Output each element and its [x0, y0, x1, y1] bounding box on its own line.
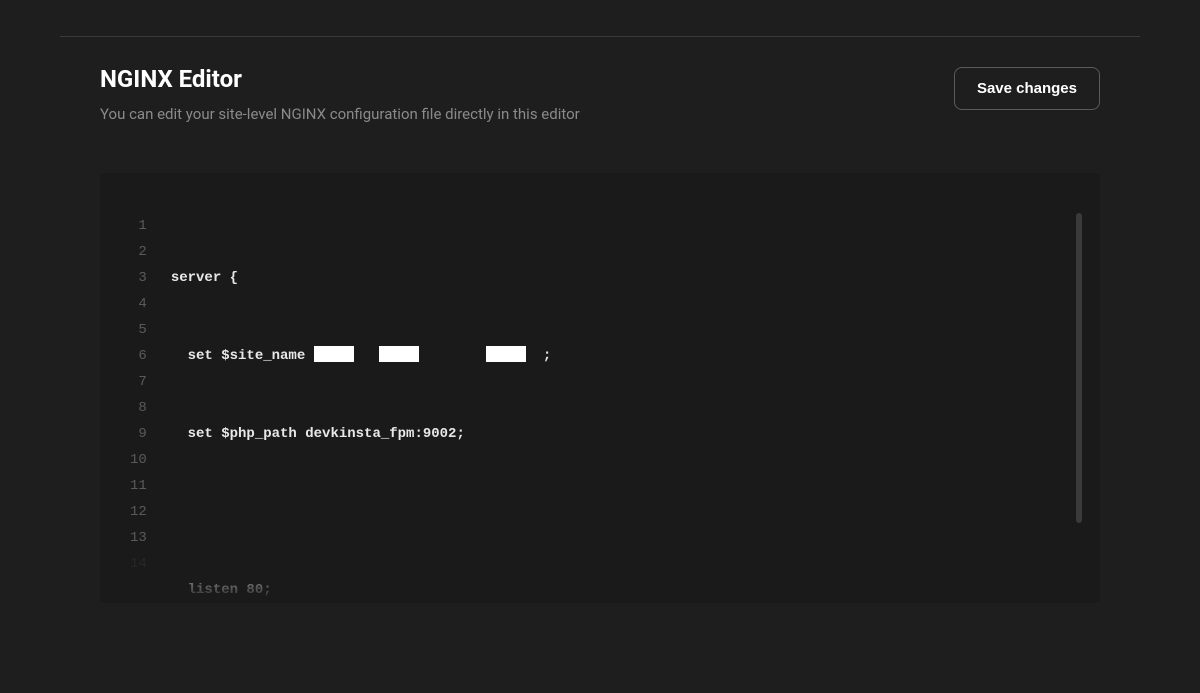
redacted-block — [314, 346, 354, 362]
code-content[interactable]: server { set $site_name ; set $php_path … — [171, 213, 1070, 603]
scrollbar[interactable] — [1076, 213, 1082, 523]
code-editor[interactable]: 1 2 3 4 5 6 7 8 9 10 11 12 13 14 server … — [100, 173, 1100, 603]
redacted-block — [486, 346, 526, 362]
header: NGINX Editor You can edit your site-leve… — [0, 37, 1200, 123]
line-number-gutter: 1 2 3 4 5 6 7 8 9 10 11 12 13 14 — [130, 213, 171, 603]
redacted-block — [379, 346, 419, 362]
page-subtitle: You can edit your site-level NGINX confi… — [100, 105, 954, 123]
page-title: NGINX Editor — [100, 65, 954, 93]
save-button[interactable]: Save changes — [954, 67, 1100, 110]
